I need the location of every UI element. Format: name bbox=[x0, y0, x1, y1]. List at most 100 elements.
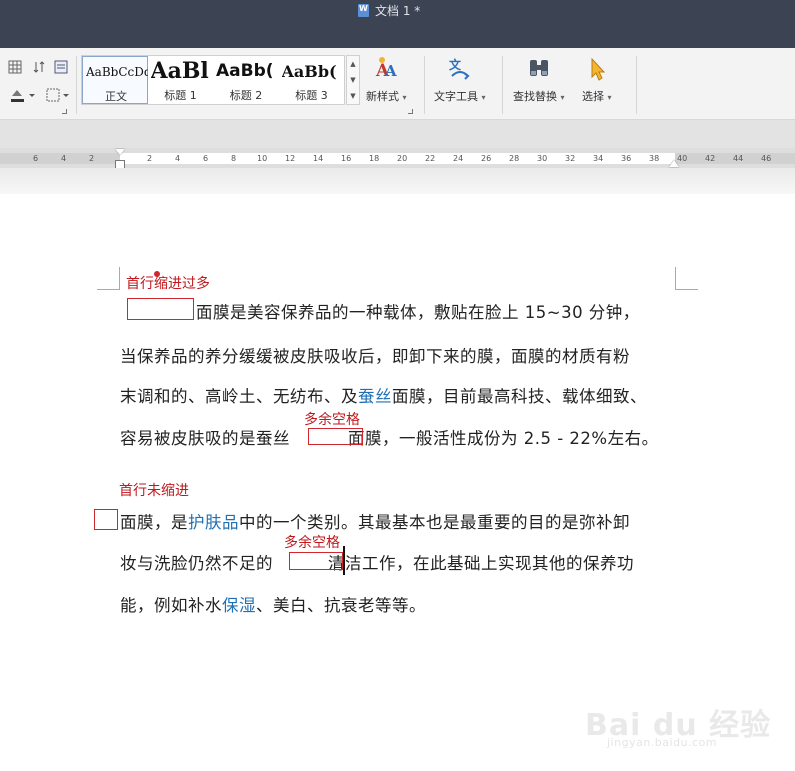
first-line-indent-marker[interactable] bbox=[115, 149, 125, 155]
ruler-tick: 22 bbox=[425, 154, 436, 163]
ruler-tick: 6 bbox=[33, 154, 39, 163]
style-heading-3-sample: AaBb( bbox=[281, 62, 337, 81]
annotation-no-indent: 首行未缩进 bbox=[119, 483, 189, 499]
gallery-expand-icon[interactable]: ▼ bbox=[350, 92, 355, 100]
annotation-box-indent bbox=[127, 298, 194, 320]
new-style-label: 新样式 ▾ bbox=[366, 90, 407, 103]
para2-line3-text-a: 能，例如补水 bbox=[120, 596, 222, 615]
ruler-tick: 24 bbox=[453, 154, 464, 163]
table-icon[interactable] bbox=[6, 58, 24, 76]
select-label: 选择 ▾ bbox=[582, 90, 612, 103]
ruler-tick: 18 bbox=[369, 154, 380, 163]
text-tools-button[interactable]: 文 文字工具 ▾ bbox=[434, 56, 486, 104]
scroll-down-icon[interactable]: ▼ bbox=[350, 76, 355, 84]
ruler-tick: 30 bbox=[537, 154, 548, 163]
para1-line4-text-a: 容易被皮肤吸的是蚕丝 bbox=[120, 429, 290, 448]
style-heading-1-label: 标题 1 bbox=[164, 89, 197, 102]
para1-line4-text-b: 面膜，一般活性成份为 2.5 - 22%左右。 bbox=[348, 429, 659, 448]
ruler-tick: 8 bbox=[231, 154, 237, 163]
ruler-tick: 20 bbox=[397, 154, 408, 163]
ruler-tick: 26 bbox=[481, 154, 492, 163]
cursor-arrow-icon bbox=[591, 57, 605, 81]
select-button[interactable]: 选择 ▾ bbox=[582, 56, 612, 104]
para2-line1-text-b: 中的一个类别。其最基本也是最重要的目的是弥补卸 bbox=[239, 513, 630, 532]
text-tools-label: 文字工具 ▾ bbox=[434, 90, 486, 103]
document-icon bbox=[358, 3, 369, 17]
scroll-up-icon[interactable]: ▲ bbox=[350, 60, 355, 68]
new-style-button[interactable]: AA 新样式 ▾ bbox=[366, 56, 407, 104]
ruler-tick: 34 bbox=[593, 154, 604, 163]
style-heading-2[interactable]: AaBb( 标题 2 bbox=[213, 56, 279, 104]
separator bbox=[76, 56, 77, 114]
ruler-tick: 6 bbox=[203, 154, 209, 163]
show-marks-icon[interactable] bbox=[52, 58, 70, 76]
ruler-tick: 12 bbox=[285, 154, 296, 163]
title-bar: 文档 1 * bbox=[0, 0, 795, 48]
text-tools-icon: 文 bbox=[449, 57, 470, 80]
link-silk[interactable]: 蚕丝 bbox=[358, 387, 392, 406]
ruler-tick: 4 bbox=[61, 154, 67, 163]
link-moisturize[interactable]: 保湿 bbox=[222, 596, 256, 615]
ruler-tick: 2 bbox=[147, 154, 153, 163]
watermark-url: jingyan.baidu.com bbox=[607, 736, 718, 749]
style-heading-1-sample: AaBl bbox=[150, 58, 209, 84]
ruler-tick: 32 bbox=[565, 154, 576, 163]
ruler-tick: 46 bbox=[761, 154, 772, 163]
annotation-box-space-2 bbox=[289, 552, 343, 570]
ruler-tick: 14 bbox=[313, 154, 324, 163]
ruler-tick: 44 bbox=[733, 154, 744, 163]
para2-line1-text-a: 面膜，是 bbox=[120, 513, 188, 532]
find-replace-label: 查找替换 ▾ bbox=[513, 90, 565, 103]
para1-line1: 面膜是美容保养品的一种载体，敷贴在脸上 15~30 分钟， bbox=[196, 303, 640, 322]
ruler-tick: 2 bbox=[89, 154, 95, 163]
border-icon[interactable] bbox=[44, 86, 72, 104]
para2-line3-text-b: 、美白、抗衰老等等。 bbox=[256, 596, 426, 615]
style-heading-2-label: 标题 2 bbox=[229, 89, 263, 102]
svg-text:文: 文 bbox=[449, 57, 462, 72]
para2-line2: 妆与洗脸仍然不足的 清洁工作，在此基础上实现其他的保养功 bbox=[120, 550, 634, 574]
para2-line2-text-b: 清洁工作，在此基础上实现其他的保养功 bbox=[328, 554, 634, 573]
styles-dialog-launcher[interactable] bbox=[408, 109, 413, 114]
para1-line2: 当保养品的养分缓缓被皮肤吸收后，即卸下来的膜，面膜的材质有粉 bbox=[120, 347, 630, 366]
text-cursor bbox=[343, 546, 345, 575]
style-gallery: AaBbCcDd 正文 AaBl 标题 1 AaBb( 标题 2 AaBb( 标… bbox=[81, 55, 345, 105]
annotation-dot bbox=[154, 271, 160, 277]
style-gallery-scroll[interactable]: ▲ ▼ ▼ bbox=[346, 55, 360, 105]
style-normal-label: 正文 bbox=[105, 90, 127, 103]
shading-icon[interactable] bbox=[8, 86, 38, 104]
crop-mark-left bbox=[97, 267, 120, 290]
annotation-box-space-1 bbox=[308, 428, 363, 445]
baidu-watermark: Bai du 经验 jingyan.baidu.com bbox=[585, 690, 785, 760]
para2-line1: 面膜，是护肤品中的一个类别。其最基本也是最重要的目的是弥补卸 bbox=[120, 509, 630, 533]
svg-text:A: A bbox=[384, 62, 397, 80]
paragraph-dialog-launcher[interactable] bbox=[62, 109, 67, 114]
toolbar-band bbox=[0, 120, 795, 148]
para1-line3-text-b: 面膜，目前最高科技、载体细致、 bbox=[392, 387, 647, 406]
style-heading-3-label: 标题 3 bbox=[295, 89, 328, 102]
link-skincare[interactable]: 护肤品 bbox=[188, 513, 239, 532]
right-indent-marker[interactable] bbox=[669, 160, 679, 167]
window-title-text: 文档 1 * bbox=[375, 3, 421, 18]
para1-line4: 容易被皮肤吸的是蚕丝 面膜，一般活性成份为 2.5 - 22%左右。 bbox=[120, 425, 659, 449]
style-normal-sample: AaBbCcDd bbox=[86, 65, 148, 79]
new-style-icon: AA bbox=[375, 57, 397, 81]
annotation-extra-space-2: 多余空格 bbox=[284, 535, 340, 551]
para2-line3: 能，例如补水保湿、美白、抗衰老等等。 bbox=[120, 592, 426, 616]
style-normal[interactable]: AaBbCcDd 正文 bbox=[82, 56, 148, 104]
ruler-tick: 42 bbox=[705, 154, 716, 163]
style-heading-2-sample: AaBb( bbox=[216, 61, 274, 81]
sort-icon[interactable] bbox=[30, 58, 48, 76]
binoculars-icon bbox=[529, 60, 548, 76]
style-heading-1[interactable]: AaBl 标题 1 bbox=[148, 56, 214, 104]
separator bbox=[502, 56, 503, 114]
ribbon-toolbar: AaBbCcDd 正文 AaBl 标题 1 AaBb( 标题 2 AaBb( 标… bbox=[0, 48, 795, 120]
ruler-tick: 28 bbox=[509, 154, 520, 163]
style-heading-3[interactable]: AaBb( 标题 3 bbox=[279, 56, 345, 104]
annotation-box-no-indent bbox=[94, 509, 118, 530]
ruler-tick: 4 bbox=[175, 154, 181, 163]
para1-line3-text-a: 末调和的、高岭土、无纺布、及 bbox=[120, 387, 358, 406]
find-replace-button[interactable]: 查找替换 ▾ bbox=[513, 56, 565, 104]
crop-mark-right bbox=[675, 267, 698, 290]
ruler-tick: 10 bbox=[257, 154, 268, 163]
para2-line2-text-a: 妆与洗脸仍然不足的 bbox=[120, 554, 273, 573]
